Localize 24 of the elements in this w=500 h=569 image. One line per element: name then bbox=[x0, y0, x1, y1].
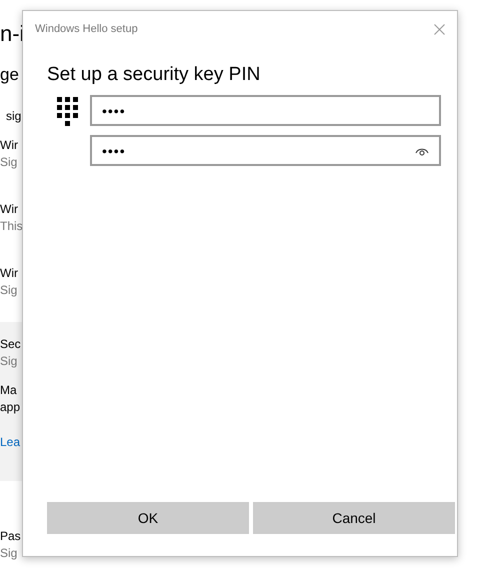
option-title: Wir bbox=[0, 137, 19, 154]
close-icon[interactable] bbox=[434, 24, 445, 34]
option-title: Pas bbox=[0, 528, 22, 545]
option-description: Sig bbox=[0, 353, 18, 370]
page-subtitle: ge bbox=[0, 64, 20, 86]
option-description: Sig bbox=[0, 545, 18, 562]
dialog-title: Windows Hello setup bbox=[35, 22, 138, 37]
reveal-eye-icon[interactable] bbox=[415, 146, 429, 156]
ok-button[interactable]: OK bbox=[47, 502, 249, 534]
option-title: Wir bbox=[0, 265, 19, 282]
option-description: Sig bbox=[0, 154, 18, 171]
intro-text: sig bbox=[5, 108, 22, 124]
pin-field[interactable]: •••• bbox=[90, 135, 441, 166]
option-details: Ma app bbox=[0, 382, 22, 416]
option-description: This bbox=[0, 218, 24, 235]
cancel-button[interactable]: Cancel bbox=[253, 502, 455, 534]
option-title: Wir bbox=[0, 201, 19, 218]
learn-more-link[interactable]: Lea bbox=[0, 434, 24, 451]
option-panel[interactable]: Sec Sig Ma app Lea bbox=[0, 322, 24, 481]
option-title: Sec bbox=[0, 336, 22, 353]
dialog-heading: Set up a security key PIN bbox=[47, 63, 262, 87]
pin-field[interactable]: •••• bbox=[90, 95, 441, 126]
option-description: Sig bbox=[0, 282, 18, 299]
keypad-icon bbox=[57, 97, 78, 126]
